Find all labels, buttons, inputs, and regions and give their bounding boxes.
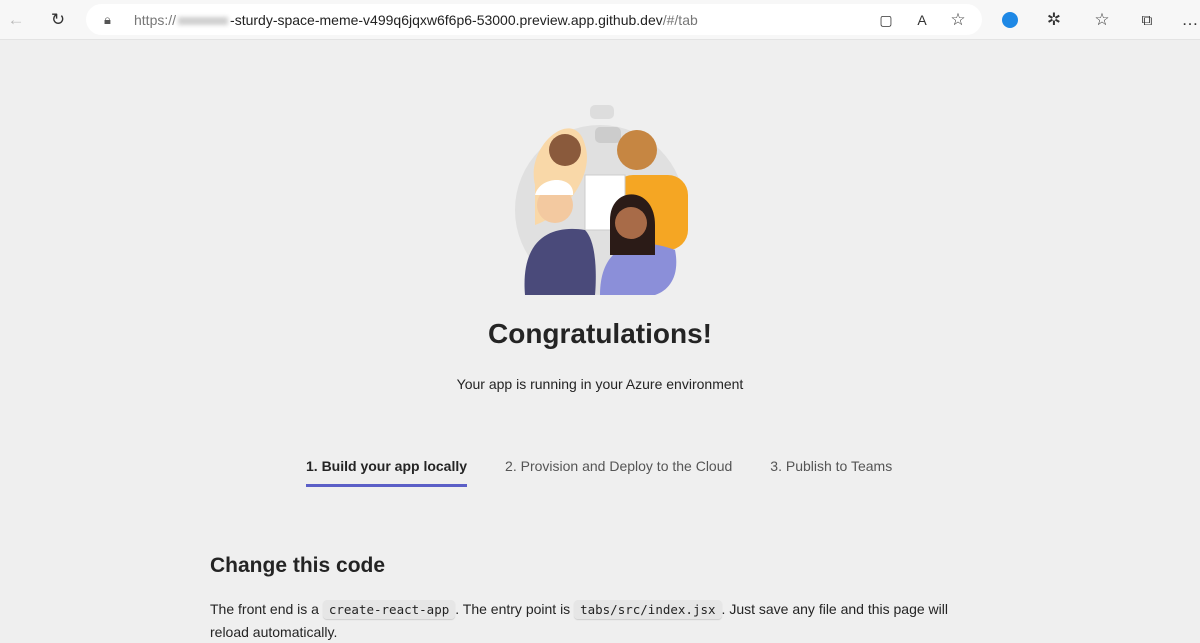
more-icon[interactable]: … (1178, 8, 1200, 32)
page-subtitle: Your app is running in your Azure enviro… (456, 376, 744, 392)
hero-illustration (515, 105, 688, 295)
page-title: Congratulations! (488, 318, 712, 349)
extensions-icon[interactable]: ✲ (1042, 8, 1066, 32)
section-paragraph: The front end is a create-react-app. The… (210, 598, 970, 643)
read-aloud-icon[interactable]: A︎ (910, 8, 934, 32)
url-host: -sturdy-space-meme-v499q6jqxw6f6p6-53000… (230, 11, 663, 28)
browser-toolbar: ← ↻ 🔒︎ https:// -sturdy-space-meme-v499q6… (0, 0, 1200, 40)
section-title: Change this code (210, 554, 386, 577)
back-icon[interactable]: ← (4, 8, 28, 32)
code-entry-point: tabs/src/index.jsx (574, 600, 722, 619)
code-create-react-app: create-react-app (322, 600, 456, 619)
tab-provision-deploy[interactable]: 2. Provision and Deploy to the Cloud (505, 458, 732, 487)
extension-shield-icon[interactable] (998, 8, 1022, 32)
add-favorite-icon[interactable]: ☆ (946, 8, 970, 32)
tab-list: 1. Build your app locally 2. Provision a… (306, 458, 930, 487)
lock-icon: 🔒︎ (104, 11, 111, 27)
tab-publish-teams[interactable]: 3. Publish to Teams (770, 458, 892, 487)
address-bar[interactable]: 🔒︎ https:// -sturdy-space-meme-v499q6jqxw… (86, 4, 982, 35)
favorites-icon[interactable]: ☆ (1090, 8, 1114, 32)
url-path: /#/tab (662, 11, 698, 28)
collections-icon[interactable]: ⧉ (1135, 8, 1159, 32)
url-prefix: https:// (134, 11, 177, 28)
text: . The entry point is (455, 601, 575, 617)
tab-build-locally[interactable]: 1. Build your app locally (306, 458, 468, 487)
text: The front end is a (210, 601, 323, 617)
redacted-text (178, 16, 229, 25)
refresh-icon[interactable]: ↻ (46, 8, 70, 32)
app-available-icon[interactable]: ▢ (874, 8, 898, 32)
